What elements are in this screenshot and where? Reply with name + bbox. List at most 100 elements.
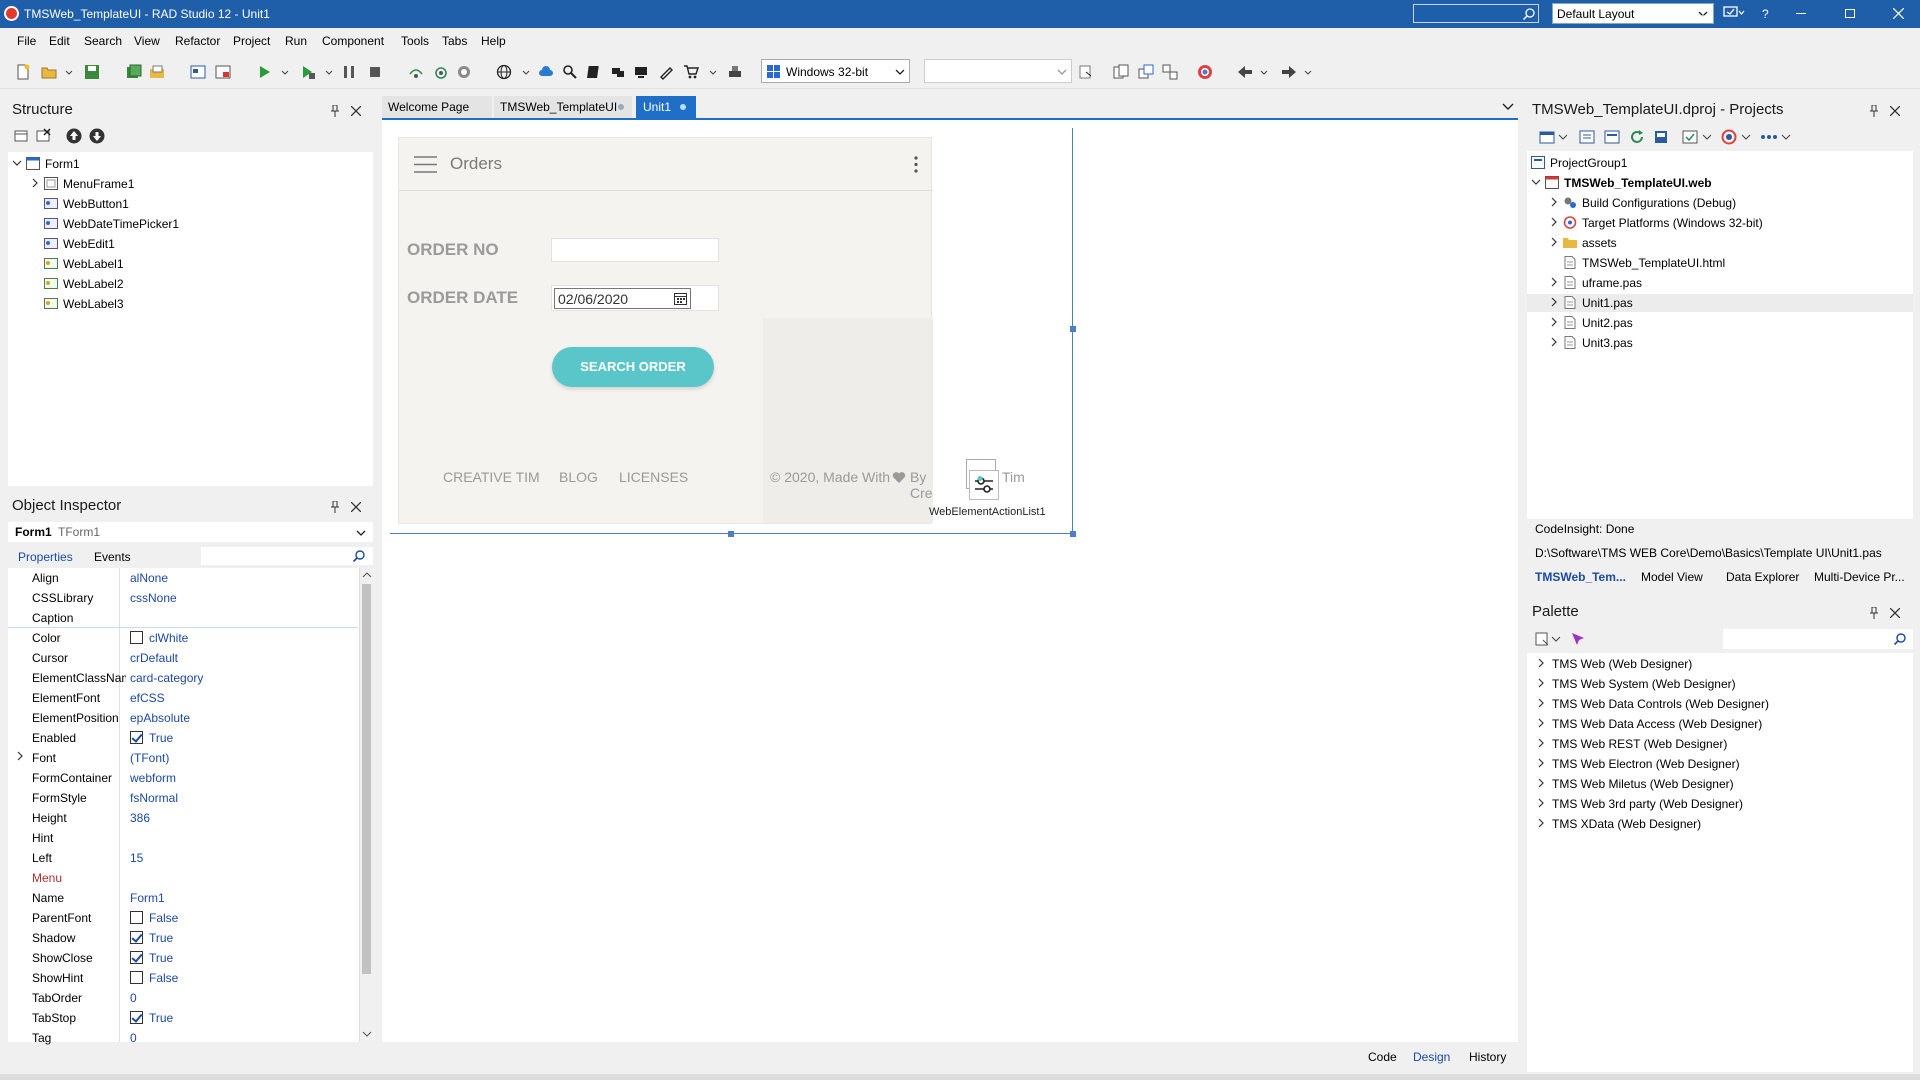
tab-multi-device[interactable]: Multi-Device Pr... [1814,570,1905,584]
property-row[interactable]: ElementPosition epAbsolute [8,708,358,728]
search-order-button[interactable]: SEARCH ORDER [552,347,714,387]
palette-category[interactable]: TMS Web Miletus (Web Designer) [1527,775,1913,793]
menu-search[interactable]: Search [84,34,122,48]
project-tree-item[interactable]: assets [1527,234,1913,252]
ide-search-input[interactable] [1413,4,1539,23]
run-dropdown-icon[interactable] [280,64,290,80]
cloud-icon[interactable] [538,64,554,80]
view-unit-icon[interactable] [190,64,206,80]
chevron-right-icon[interactable] [1549,237,1559,247]
tab-welcome-page[interactable]: Welcome Page [382,96,492,118]
chevron-right-icon[interactable] [1536,758,1546,768]
pin-icon[interactable] [1869,105,1879,117]
property-value[interactable]: cssNone [130,591,177,605]
pause-icon[interactable] [341,64,357,80]
new-file-icon[interactable] [15,64,31,80]
order-no-input[interactable] [551,238,719,262]
tree-item-projectgroup1[interactable]: ProjectGroup1 [1531,154,1831,172]
chevron-right-icon[interactable] [30,178,40,188]
menu-view[interactable]: View [134,34,160,48]
tree-item-weblabel1[interactable]: WebLabel1 [44,255,304,273]
property-row[interactable]: Hint [8,828,358,848]
open-dropdown-icon[interactable] [64,64,74,80]
property-value[interactable]: clWhite [130,631,188,645]
menu-tools[interactable]: Tools [401,34,429,48]
find-icon[interactable] [562,64,578,80]
checkbox-checked[interactable] [130,931,143,944]
menu-project[interactable]: Project [233,34,270,48]
web-browser-icon[interactable] [496,64,512,80]
property-row[interactable]: Height 386 [8,808,358,828]
back-icon[interactable] [1237,64,1253,80]
menu-run[interactable]: Run [285,34,307,48]
run-to-cursor-icon[interactable] [456,64,472,80]
menu-tabs[interactable]: Tabs [442,34,467,48]
property-row[interactable]: ShowClose True [8,948,358,968]
delete-component-icon[interactable] [35,128,51,144]
property-row[interactable]: Tag 0 [8,1028,358,1048]
chevron-right-icon[interactable] [1536,698,1546,708]
chevron-right-icon[interactable] [1536,798,1546,808]
more-horizontal-icon[interactable] [1761,134,1777,140]
tab-tmsweb-templateui[interactable]: TMSWeb_TemplateUI [494,96,632,118]
hamburger-menu-icon[interactable] [414,156,437,173]
pin-icon[interactable] [330,105,340,117]
book-icon[interactable] [586,64,602,80]
menu-component[interactable]: Component [322,34,384,48]
palette-category[interactable]: TMS Web (Web Designer) [1527,655,1913,673]
property-row[interactable]: FormContainer webform [8,768,358,788]
property-search-input[interactable] [201,547,373,565]
chevron-right-icon[interactable] [1549,337,1559,347]
back-dropdown-icon[interactable] [1259,64,1269,80]
cart-icon[interactable] [683,64,699,80]
property-value[interactable]: epAbsolute [130,711,190,725]
palette-category-icon[interactable] [1535,632,1549,646]
tools-icon[interactable] [610,64,626,80]
property-row[interactable]: TabOrder 0 [8,988,358,1008]
options-icon[interactable] [1604,129,1620,145]
copy-layout-icon[interactable] [1113,64,1129,80]
chevron-down-icon[interactable] [1531,177,1541,187]
property-value[interactable]: card-category [130,671,203,685]
minimize-button[interactable] [1796,13,1806,14]
pin-icon[interactable] [330,501,340,513]
property-row[interactable]: Menu [8,868,358,888]
tree-item-menuframe1[interactable]: MenuFrame1 [30,175,310,193]
tab-model-view[interactable]: Model View [1641,570,1703,584]
config-options-icon[interactable] [1078,64,1094,80]
chevron-right-icon[interactable] [1549,197,1559,207]
close-icon[interactable] [1890,106,1900,116]
step-over-icon[interactable] [408,64,424,80]
project-tree-item[interactable]: Unit1.pas [1527,294,1913,312]
dropdown-icon[interactable] [1551,634,1561,644]
resize-handle-bottom[interactable] [728,531,734,537]
desktop-settings-icon[interactable] [1723,6,1745,20]
move-down-icon[interactable] [89,128,105,144]
chevron-right-icon[interactable] [1549,297,1559,307]
close-icon[interactable] [351,106,361,116]
chevron-right-icon[interactable] [1549,217,1559,227]
browser-dropdown-icon[interactable] [521,64,531,80]
maximize-button[interactable] [1845,9,1855,18]
resize-handle-corner[interactable] [1070,531,1076,537]
property-value[interactable]: 386 [130,811,150,825]
action-list-icon-box[interactable] [969,470,999,500]
debug-dropdown-icon[interactable] [324,64,334,80]
dropdown-icon[interactable] [1702,132,1712,142]
chevron-right-icon[interactable] [1536,818,1546,828]
property-row[interactable]: Align alNone [8,568,358,588]
tab-history[interactable]: History [1469,1050,1506,1064]
designed-form[interactable]: Orders ORDER NO ORDER DATE 02/06/2020 SE… [398,137,1025,524]
cart-dropdown-icon[interactable] [708,64,718,80]
scroll-thumb[interactable] [362,584,371,974]
chevron-right-icon[interactable] [1536,738,1546,748]
checkbox-checked[interactable] [130,951,143,964]
multi-window-icon[interactable] [1162,64,1178,80]
palette-category[interactable]: TMS Web Data Controls (Web Designer) [1527,695,1913,713]
property-row[interactable]: TabStop True [8,1008,358,1028]
tree-item-project[interactable]: TMSWeb_TemplateUI.web [1531,174,1831,192]
dropdown-icon[interactable] [1741,132,1751,142]
checkbox[interactable] [130,631,143,644]
chevron-right-icon[interactable] [1549,277,1559,287]
scroll-down-icon[interactable] [362,1030,372,1038]
